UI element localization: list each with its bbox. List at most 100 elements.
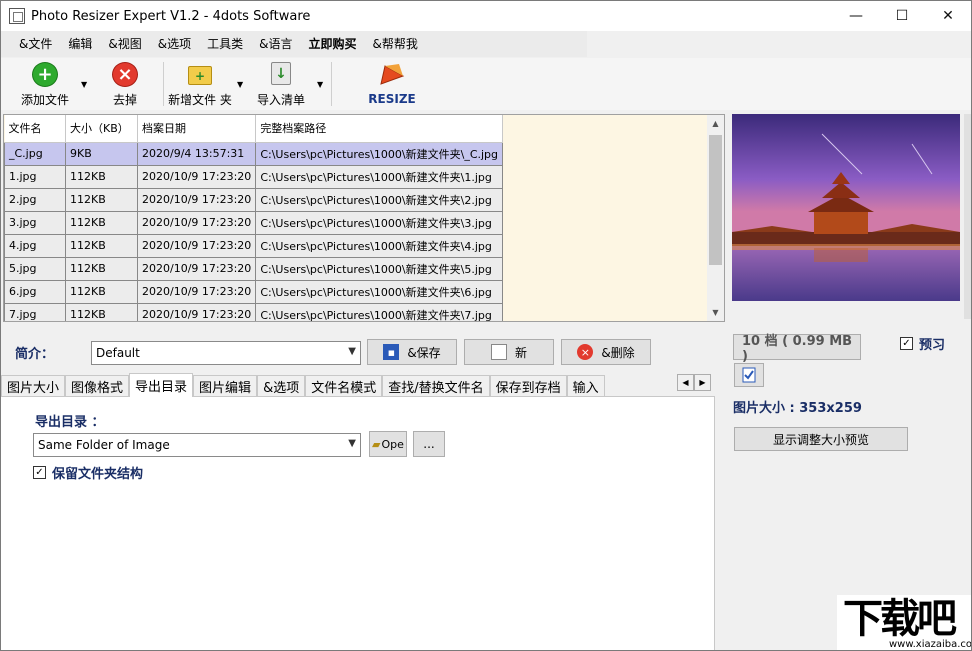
tab-find-replace[interactable]: 查找/替换文件名: [382, 375, 489, 397]
checkbox-checked-icon: ✓: [33, 466, 46, 479]
folder-icon: +: [188, 66, 212, 85]
file-list[interactable]: 文件名 大小（KB） 档案日期 完整档案路径 _C.jpg 9KB 2020/9…: [3, 114, 725, 322]
keep-folder-structure-checkbox[interactable]: ✓ 保留文件夹结构: [33, 463, 143, 482]
preview-checkbox[interactable]: ✓ 预习: [900, 334, 945, 353]
cell-size: 112KB: [66, 211, 138, 234]
maximize-button[interactable]: ☐: [879, 1, 925, 31]
minimize-button[interactable]: —: [833, 1, 879, 31]
menu-buy-now[interactable]: 立即购买: [300, 31, 364, 57]
chevron-down-icon: ▼: [348, 346, 356, 357]
cell-path: C:\Users\pc\Pictures\1000\新建文件夹\2.jpg: [256, 188, 503, 211]
menu-help[interactable]: &帮帮我: [364, 31, 425, 57]
menu-view[interactable]: &视图: [100, 31, 149, 57]
cell-filename: 3.jpg: [5, 211, 66, 234]
file-list-scrollbar[interactable]: ▲ ▼: [707, 115, 724, 321]
column-header-date[interactable]: 档案日期: [138, 115, 256, 142]
cell-filename: 5.jpg: [5, 257, 66, 280]
toolbar-separator: [331, 62, 332, 106]
table-row[interactable]: 1.jpg 112KB 2020/10/9 17:23:20 C:\Users\…: [5, 165, 503, 188]
cell-size: 112KB: [66, 188, 138, 211]
column-header-path[interactable]: 完整档案路径: [256, 115, 503, 142]
preview-checkbox-label: 预习: [919, 334, 945, 353]
new-profile-label: 新: [515, 344, 527, 361]
table-row[interactable]: 6.jpg 112KB 2020/10/9 17:23:20 C:\Users\…: [5, 280, 503, 303]
toolbar: + 添加文件 ▼ × 去掉 + 新增文件 夹 ▼ ↓ 导入清单 ▼ RESIZE: [1, 58, 971, 110]
profile-select[interactable]: Default ▼: [91, 341, 361, 365]
show-resize-preview-button[interactable]: 显示调整大小预览: [734, 427, 908, 451]
cell-size: 112KB: [66, 303, 138, 322]
cell-filename: 1.jpg: [5, 165, 66, 188]
add-folder-button[interactable]: + 新增文件 夹: [167, 62, 233, 108]
browse-folder-button[interactable]: ...: [413, 431, 445, 457]
save-profile-button[interactable]: ▪ &保存: [367, 339, 457, 365]
preview-scrollbar[interactable]: [964, 114, 971, 319]
watermark-url: www.xiazaiba.com: [889, 639, 972, 650]
scrollbar-thumb[interactable]: [709, 135, 722, 265]
menu-file[interactable]: &文件: [11, 31, 60, 57]
import-list-button[interactable]: ↓ 导入清单: [255, 62, 307, 108]
cell-size: 112KB: [66, 165, 138, 188]
import-list-dropdown-icon[interactable]: ▼: [317, 80, 323, 89]
tab-options[interactable]: &选项: [257, 375, 305, 397]
toolbar-separator: [163, 62, 164, 106]
tab-image-edit[interactable]: 图片编辑: [193, 375, 257, 397]
menu-tools[interactable]: 工具类: [199, 31, 251, 57]
save-icon: ▪: [383, 344, 399, 360]
tab-image-size[interactable]: 图片大小: [1, 375, 65, 397]
tab-image-format[interactable]: 图像格式: [65, 375, 129, 397]
menu-edit[interactable]: 编辑: [60, 31, 100, 57]
tab-scroll-right-icon[interactable]: ▶: [694, 374, 711, 391]
add-file-label: 添加文件: [21, 91, 69, 108]
import-list-icon: ↓: [271, 62, 291, 85]
tab-output-folder[interactable]: 导出目录: [129, 373, 193, 397]
preview-image: [732, 114, 960, 301]
table-row[interactable]: 5.jpg 112KB 2020/10/9 17:23:20 C:\Users\…: [5, 257, 503, 280]
column-header-size[interactable]: 大小（KB）: [66, 115, 138, 142]
resize-icon: [379, 62, 405, 86]
checkbox-checked-icon: ✓: [900, 337, 913, 350]
cell-path: C:\Users\pc\Pictures\1000\新建文件夹\3.jpg: [256, 211, 503, 234]
chevron-down-icon: ▼: [348, 438, 356, 449]
cell-date: 2020/9/4 13:57:31: [138, 142, 256, 165]
cell-size: 112KB: [66, 257, 138, 280]
profile-label: 简介：: [15, 343, 54, 362]
open-folder-button[interactable]: ▰ Ope: [369, 431, 407, 457]
tab-input[interactable]: 输入: [567, 375, 605, 397]
remove-button[interactable]: × 去掉: [107, 62, 143, 108]
window-title: Photo Resizer Expert V1.2 - 4dots Softwa…: [31, 9, 310, 24]
cell-path: C:\Users\pc\Pictures\1000\新建文件夹\7.jpg: [256, 303, 503, 322]
table-row[interactable]: 2.jpg 112KB 2020/10/9 17:23:20 C:\Users\…: [5, 188, 503, 211]
cell-date: 2020/10/9 17:23:20: [138, 211, 256, 234]
watermark-text: 下载吧: [843, 595, 954, 643]
add-file-dropdown-icon[interactable]: ▼: [81, 80, 87, 89]
output-folder-select[interactable]: Same Folder of Image ▼: [33, 433, 361, 457]
add-file-button[interactable]: + 添加文件: [17, 62, 73, 108]
menu-options[interactable]: &选项: [150, 31, 199, 57]
table-row[interactable]: 3.jpg 112KB 2020/10/9 17:23:20 C:\Users\…: [5, 211, 503, 234]
tab-save-archive[interactable]: 保存到存档: [490, 375, 567, 397]
menu-language[interactable]: &语言: [251, 31, 300, 57]
resize-label: RESIZE: [368, 92, 415, 106]
watermark-logo: 下载吧 www.xiazaiba.com: [837, 595, 971, 651]
add-folder-dropdown-icon[interactable]: ▼: [237, 80, 243, 89]
delete-profile-button[interactable]: × &删除: [561, 339, 651, 365]
cell-date: 2020/10/9 17:23:20: [138, 234, 256, 257]
preview-settings-button[interactable]: [734, 363, 764, 387]
resize-button[interactable]: RESIZE: [369, 62, 415, 108]
file-count: 10 档 ( 0.99 MB ): [733, 334, 861, 360]
remove-label: 去掉: [113, 91, 137, 108]
table-row[interactable]: _C.jpg 9KB 2020/9/4 13:57:31 C:\Users\pc…: [5, 142, 503, 165]
new-profile-button[interactable]: 新: [464, 339, 554, 365]
new-document-icon: [491, 344, 507, 360]
import-list-label: 导入清单: [257, 91, 305, 108]
table-row[interactable]: 4.jpg 112KB 2020/10/9 17:23:20 C:\Users\…: [5, 234, 503, 257]
open-folder-icon: ▰: [372, 438, 380, 451]
column-header-filename[interactable]: 文件名: [5, 115, 66, 142]
scroll-up-icon[interactable]: ▲: [707, 115, 724, 132]
tab-filename-pattern[interactable]: 文件名模式: [305, 375, 382, 397]
close-button[interactable]: ✕: [925, 1, 971, 31]
tab-scroll-left-icon[interactable]: ◀: [677, 374, 694, 391]
table-row[interactable]: 7.jpg 112KB 2020/10/9 17:23:20 C:\Users\…: [5, 303, 503, 322]
delete-icon: ×: [577, 344, 593, 360]
scroll-down-icon[interactable]: ▼: [707, 304, 724, 321]
